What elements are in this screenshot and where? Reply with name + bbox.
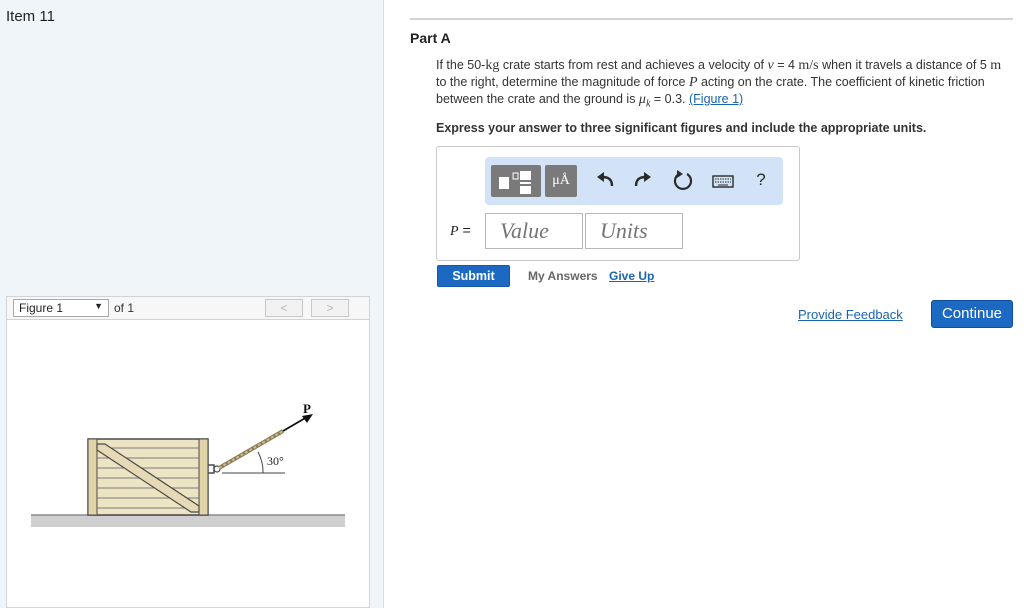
templates-button[interactable] xyxy=(491,165,541,197)
figure-toolbar: Figure 1 ▼ of 1 < > xyxy=(6,296,370,320)
figure-count: of 1 xyxy=(114,301,135,315)
bracket xyxy=(208,464,215,474)
item-title: Item 11 xyxy=(6,8,55,25)
templates-icon xyxy=(499,171,531,194)
submit-button[interactable]: Submit xyxy=(437,265,510,287)
angle-arc xyxy=(257,451,264,474)
continue-button[interactable]: Continue xyxy=(931,300,1013,328)
provide-feedback-link[interactable]: Provide Feedback xyxy=(798,307,903,322)
answer-label: P = xyxy=(450,222,471,239)
figure-link[interactable]: (Figure 1) xyxy=(689,92,743,106)
force-label: P xyxy=(303,401,311,416)
reset-icon[interactable] xyxy=(671,168,695,194)
give-up-link[interactable]: Give Up xyxy=(609,269,654,283)
figure-select[interactable]: Figure 1 ▼ xyxy=(13,299,109,317)
answer-instruction: Express your answer to three significant… xyxy=(436,121,927,135)
part-title: Part A xyxy=(410,30,451,46)
units-input[interactable] xyxy=(585,213,683,249)
value-input[interactable] xyxy=(485,213,583,249)
figure-panel-column: Item 11 Figure 1 ▼ of 1 < > P 30° xyxy=(0,0,384,608)
figure-image-panel: P 30° xyxy=(6,320,370,608)
problem-statement: If the 50-kg crate starts from rest and … xyxy=(436,58,1002,110)
math-toolbar: μÅ ? xyxy=(485,157,783,205)
answer-box: μÅ ? P = xyxy=(436,146,800,261)
angle-label: 30° xyxy=(267,454,284,468)
previous-figure-button[interactable]: < xyxy=(265,299,303,317)
units-button[interactable]: μÅ xyxy=(545,165,577,197)
next-figure-button[interactable]: > xyxy=(311,299,349,317)
dropdown-arrow-icon: ▼ xyxy=(94,301,103,311)
crate xyxy=(87,438,209,516)
redo-icon[interactable] xyxy=(631,168,655,194)
ground xyxy=(31,515,345,527)
crate-figure: P 30° xyxy=(31,401,345,527)
question-panel: Part A If the 50-kg crate starts from re… xyxy=(384,0,1024,608)
my-answers-label: My Answers xyxy=(528,269,598,283)
figure-select-value: Figure 1 xyxy=(19,301,64,315)
keyboard-icon[interactable] xyxy=(711,168,735,194)
divider xyxy=(410,18,1013,20)
undo-icon[interactable] xyxy=(593,168,617,194)
force-arrow xyxy=(282,416,308,432)
help-button[interactable]: ? xyxy=(751,167,771,193)
